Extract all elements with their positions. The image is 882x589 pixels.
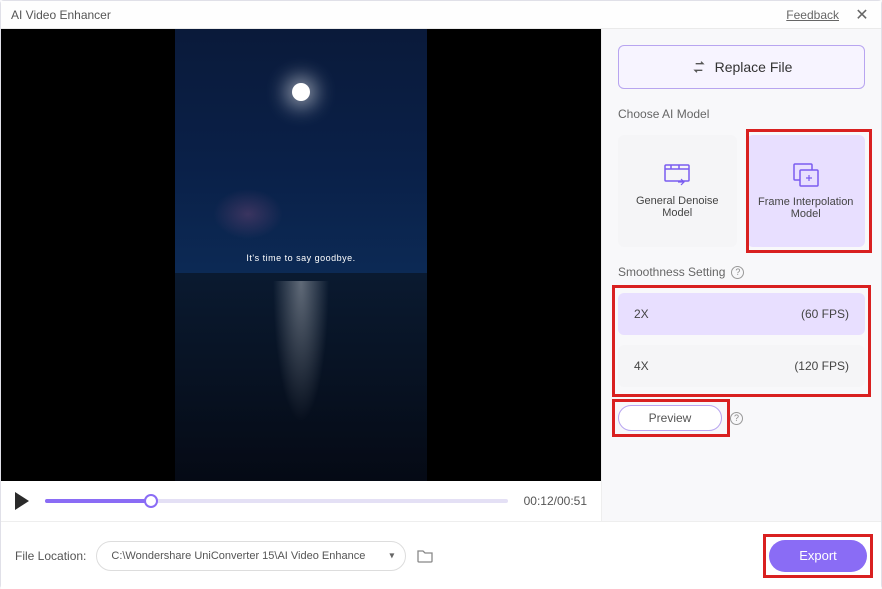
choose-model-label: Choose AI Model: [618, 107, 865, 121]
smoothness-2x[interactable]: 2X (60 FPS): [618, 293, 865, 335]
footer: File Location: Export: [1, 521, 881, 589]
replace-file-button[interactable]: Replace File: [618, 45, 865, 89]
smooth-fps: (60 FPS): [801, 307, 849, 321]
file-location-label: File Location:: [15, 549, 86, 563]
denoise-icon: [663, 163, 691, 187]
help-icon[interactable]: ?: [730, 412, 743, 425]
player-bar: 00:12/00:51: [1, 481, 601, 521]
model-general-denoise[interactable]: General Denoise Model: [618, 135, 737, 247]
window-title: AI Video Enhancer: [11, 8, 111, 22]
video-caption: It's time to say goodbye.: [175, 253, 427, 263]
smoothness-options: 2X (60 FPS) 4X (120 FPS): [618, 293, 865, 387]
model-frame-interpolation[interactable]: Frame Interpolation Model: [747, 135, 866, 247]
smoothness-4x[interactable]: 4X (120 FPS): [618, 345, 865, 387]
preview-button[interactable]: Preview: [618, 405, 722, 431]
help-icon[interactable]: ?: [731, 266, 744, 279]
file-location-select[interactable]: [96, 541, 406, 571]
time-display: 00:12/00:51: [524, 494, 587, 508]
smooth-fps: (120 FPS): [794, 359, 849, 373]
model-label: General Denoise Model: [624, 195, 731, 219]
smooth-mult: 4X: [634, 359, 649, 373]
play-icon[interactable]: [15, 492, 29, 510]
close-icon[interactable]: ✕: [853, 5, 871, 25]
replace-file-label: Replace File: [715, 59, 793, 75]
folder-icon[interactable]: [416, 548, 434, 564]
smooth-mult: 2X: [634, 307, 649, 321]
swap-icon: [691, 59, 707, 75]
interpolation-icon: [792, 162, 820, 188]
progress-thumb[interactable]: [144, 494, 158, 508]
model-cards: General Denoise Model Frame Interpolatio…: [618, 135, 865, 247]
video-preview: It's time to say goodbye.: [1, 29, 601, 481]
feedback-link[interactable]: Feedback: [786, 8, 839, 22]
progress-bar[interactable]: [45, 499, 508, 503]
export-button[interactable]: Export: [769, 540, 867, 572]
smoothness-label: Smoothness Setting ?: [618, 265, 865, 279]
model-label: Frame Interpolation Model: [753, 196, 860, 220]
titlebar: AI Video Enhancer Feedback ✕: [1, 1, 881, 29]
